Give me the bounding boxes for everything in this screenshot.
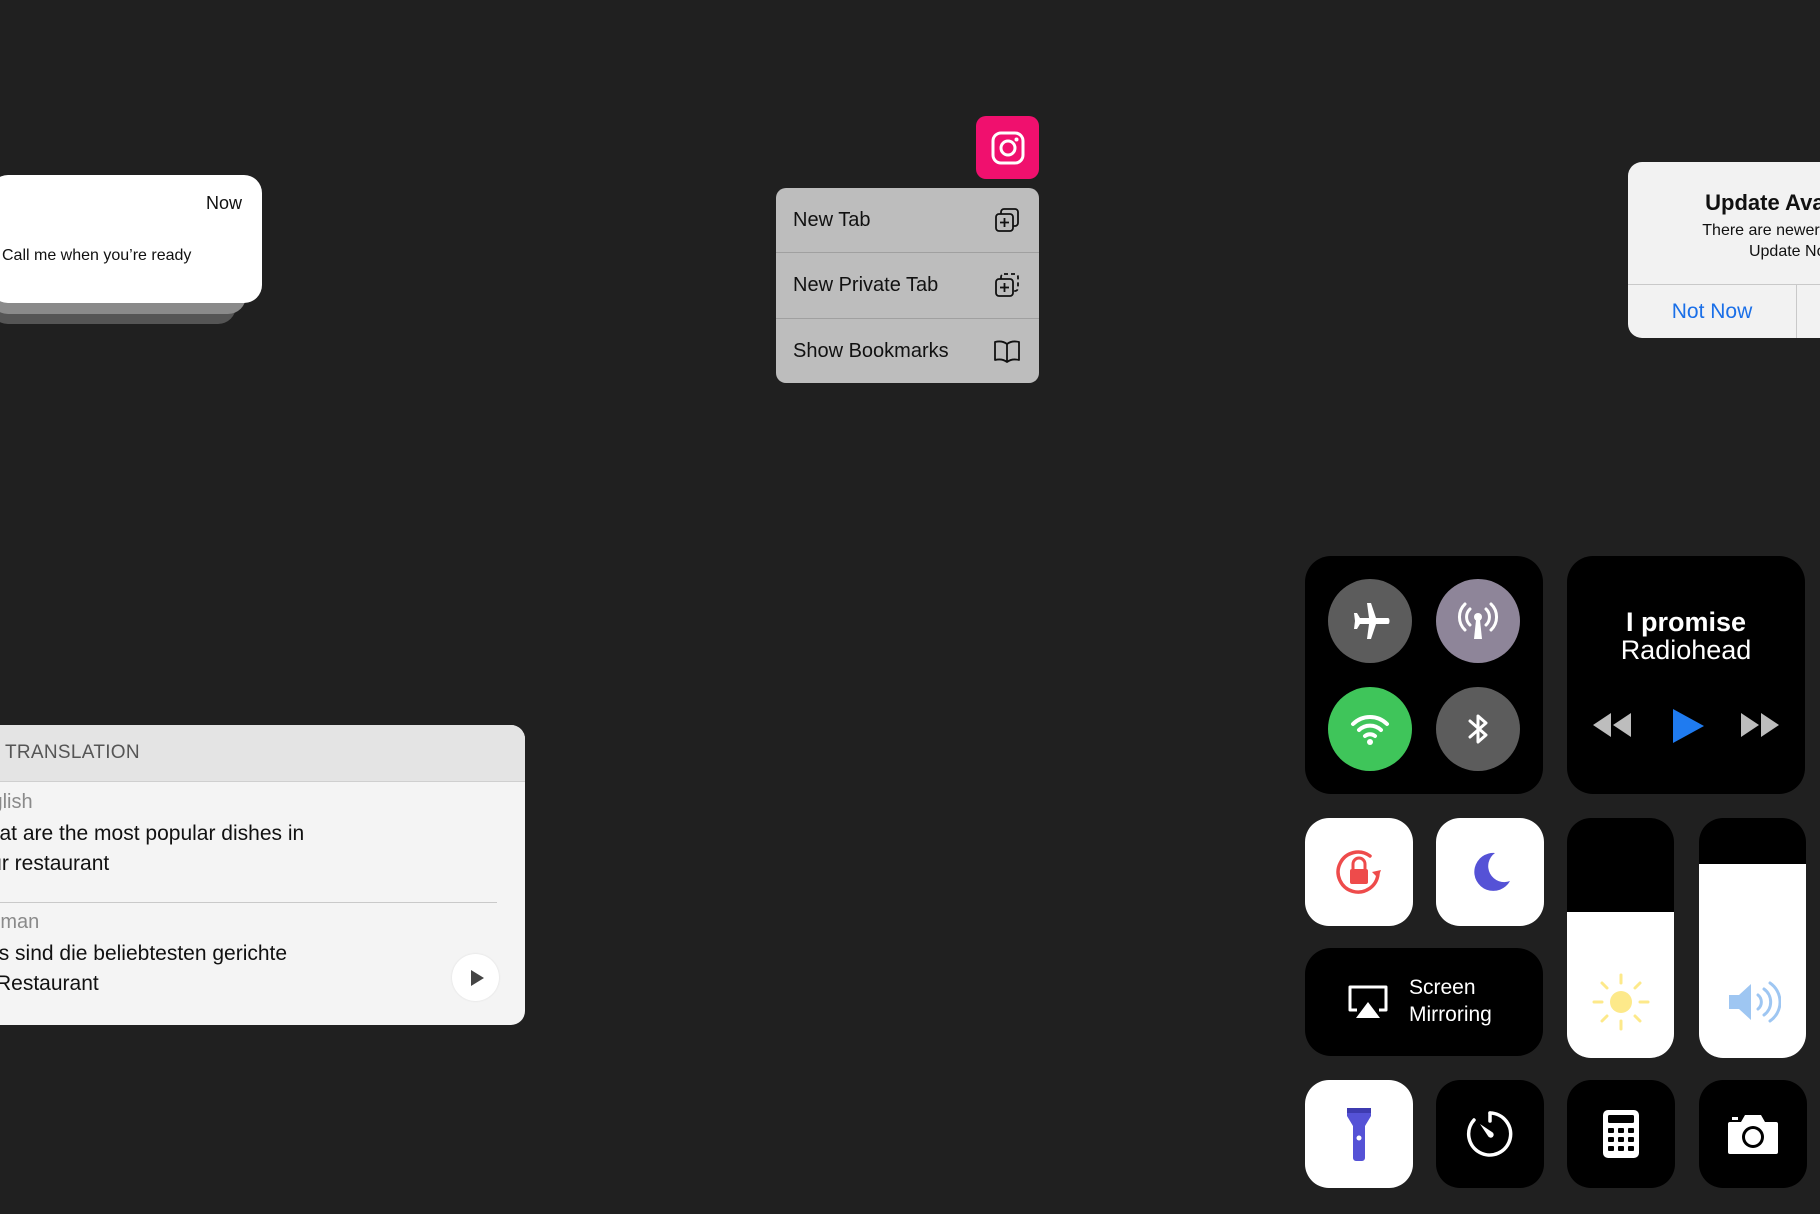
instagram-icon[interactable]	[976, 116, 1039, 179]
menu-item-show-bookmarks[interactable]: Show Bookmarks	[776, 319, 1039, 383]
flashlight-icon	[1347, 1108, 1371, 1161]
menu-item-new-private-tab[interactable]: New Private Tab	[776, 253, 1039, 317]
timer-button[interactable]	[1436, 1080, 1544, 1188]
screen-mirroring-button[interactable]: Screen Mirroring	[1305, 948, 1543, 1056]
wifi-icon	[1351, 714, 1389, 745]
speaker-icon	[1699, 978, 1806, 1026]
source-text-line: What are the most popular dishes in	[0, 822, 305, 845]
cellular-data-toggle[interactable]	[1436, 579, 1520, 663]
screen-mirroring-line: Screen	[1409, 976, 1476, 999]
translation-divider	[0, 902, 497, 903]
do-not-disturb-toggle[interactable]	[1436, 818, 1544, 926]
volume-level-fill	[1699, 863, 1806, 1058]
rewind-button[interactable]	[1591, 710, 1633, 740]
menu-item-label: Show Bookmarks	[793, 339, 949, 362]
source-language: English	[0, 791, 33, 813]
camera-icon	[1728, 1115, 1778, 1154]
context-menu: New Tab New Private Tab Show Bookmarks	[776, 188, 1039, 383]
bluetooth-toggle[interactable]	[1436, 687, 1520, 771]
translation-header: TRANSLATION	[0, 725, 525, 782]
target-text-line: Was sind die beliebtesten gerichte	[0, 942, 288, 965]
screen-mirroring-label: Screen Mirroring	[1409, 974, 1492, 1028]
fast-forward-button[interactable]	[1739, 710, 1781, 740]
song-artist: Radiohead	[1620, 635, 1752, 665]
target-language: German	[0, 911, 40, 933]
new-tab-icon	[993, 206, 1021, 234]
menu-item-label: New Tab	[793, 208, 871, 231]
wifi-toggle[interactable]	[1328, 687, 1412, 771]
airplane-icon	[1354, 603, 1390, 639]
bookmarks-book-icon	[993, 337, 1021, 365]
rotation-lock-icon	[1336, 850, 1381, 894]
instagram-glyph	[991, 131, 1024, 164]
notification-message: Call me when you’re ready	[2, 247, 192, 264]
play-button[interactable]	[1670, 707, 1706, 745]
airplay-icon	[1348, 985, 1388, 1018]
translation-header-label: TRANSLATION	[5, 742, 140, 763]
target-text[interactable]: Was sind die beliebtesten gerichte im Re…	[0, 939, 368, 999]
moon-icon	[1474, 852, 1510, 891]
alert-body: There are newer versions Update Now	[1628, 220, 1820, 262]
alert-body-line: Update Now	[1748, 243, 1820, 260]
target-text-line: im Restaurant	[0, 972, 99, 995]
sun-icon	[1567, 972, 1674, 1032]
bluetooth-icon	[1468, 714, 1488, 744]
menu-item-new-tab[interactable]: New Tab	[776, 188, 1039, 252]
song-title: I promise	[1625, 607, 1747, 637]
alert-button-divider	[1796, 285, 1797, 338]
play-icon	[470, 969, 484, 986]
screen-mirroring-line: Mirroring	[1409, 1003, 1492, 1026]
menu-item-label: New Private Tab	[793, 273, 939, 296]
rotation-lock-toggle[interactable]	[1305, 818, 1413, 926]
airplane-mode-toggle[interactable]	[1328, 579, 1412, 663]
timer-icon	[1466, 1111, 1513, 1157]
not-now-button[interactable]: Not Now	[1628, 285, 1796, 338]
brightness-slider[interactable]	[1567, 818, 1674, 1058]
source-text[interactable]: What are the most popular dishes in your…	[0, 819, 368, 879]
alert-title: Update Available	[1705, 190, 1820, 215]
play-translation-button[interactable]	[452, 954, 499, 1001]
antenna-icon	[1458, 602, 1498, 639]
music-panel: I promise Radiohead	[1567, 556, 1805, 794]
alert-body-line: There are newer versions	[1702, 222, 1820, 239]
source-text-line: your restaurant	[0, 852, 110, 875]
flashlight-button[interactable]	[1305, 1080, 1413, 1188]
connectivity-panel	[1305, 556, 1543, 794]
volume-slider[interactable]	[1699, 818, 1806, 1058]
camera-button[interactable]	[1699, 1080, 1807, 1188]
notification-card[interactable]: Now Call me when you’re ready	[0, 175, 262, 303]
fast-forward-icon	[1741, 713, 1779, 737]
calculator-button[interactable]	[1567, 1080, 1675, 1188]
update-alert: Update Available There are newer version…	[1628, 162, 1820, 338]
translation-card: TRANSLATION English What are the most po…	[0, 725, 525, 1025]
notification-time: Now	[205, 193, 242, 213]
new-private-tab-icon	[993, 271, 1021, 299]
calculator-icon	[1603, 1110, 1639, 1158]
rewind-icon	[1593, 713, 1631, 737]
play-icon	[1673, 709, 1704, 743]
